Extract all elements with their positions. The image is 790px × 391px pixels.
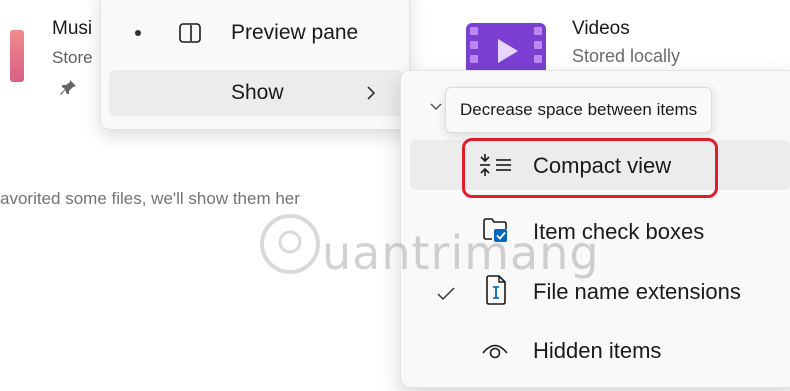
pin-icon	[60, 80, 76, 95]
compact-view-icon	[480, 154, 511, 176]
view-menu: Preview pane Show	[100, 0, 410, 130]
chevron-right-icon	[367, 86, 376, 100]
favorites-empty-message: avorited some files, we'll show them her	[0, 189, 300, 208]
music-folder-name: Musi	[52, 18, 93, 39]
chevron-down-icon	[430, 103, 442, 111]
videos-folder-name: Videos	[572, 18, 630, 39]
menu-item-preview-pane[interactable]: Preview pane	[231, 21, 358, 45]
submenu-item-hidden-items[interactable]: Hidden items	[533, 338, 661, 364]
eye-icon	[482, 344, 508, 359]
videos-folder-subtitle: Stored locally	[572, 46, 681, 66]
submenu-item-compact-view-label: Compact view	[533, 153, 672, 178]
submenu-item-file-name-extensions[interactable]: File name extensions	[533, 279, 741, 305]
menu-item-show-label: Show	[231, 81, 284, 104]
watermark-text: uantrimang	[322, 226, 600, 280]
videos-folder-icon[interactable]	[466, 21, 546, 77]
music-folder-subtitle: Store	[52, 48, 93, 67]
preview-pane-icon	[179, 23, 201, 43]
selected-bullet-icon	[135, 30, 141, 36]
music-folder-thumbnail	[10, 30, 24, 82]
checkmark-icon	[437, 287, 455, 301]
tooltip: Decrease space between items	[445, 87, 713, 133]
